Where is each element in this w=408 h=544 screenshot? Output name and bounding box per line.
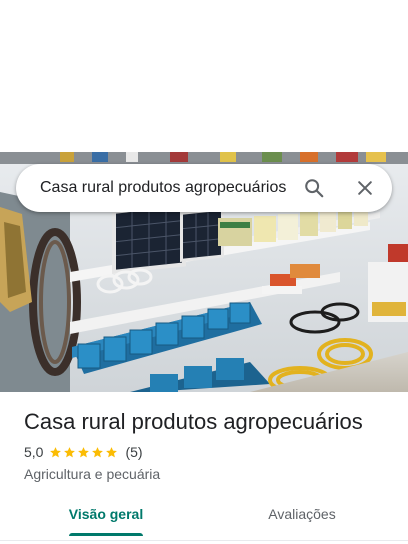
star-icon <box>92 446 104 457</box>
review-count[interactable]: (5) <box>125 444 142 460</box>
search-bar[interactable]: Casa rural produtos agropecuários <box>16 164 392 212</box>
map-blank-area <box>0 0 408 152</box>
tab-selected-indicator <box>69 533 143 536</box>
search-icon[interactable] <box>298 172 330 204</box>
star-icon <box>64 446 76 457</box>
place-tabs: Visão geral Avaliações <box>0 496 408 536</box>
place-title: Casa rural produtos agropecuários <box>24 409 363 434</box>
tabs-divider <box>0 540 408 541</box>
search-input[interactable]: Casa rural produtos agropecuários <box>40 164 296 212</box>
tab-overview[interactable]: Visão geral <box>64 496 148 536</box>
close-icon[interactable] <box>349 172 381 204</box>
rating-stars <box>49 446 119 459</box>
place-category: Agricultura e pecuária <box>24 466 161 482</box>
rating-value: 5,0 <box>24 444 44 460</box>
star-icon <box>106 446 118 457</box>
star-icon <box>78 446 90 457</box>
rating-row[interactable]: 5,0 (5) <box>24 442 143 462</box>
star-icon <box>50 446 62 457</box>
tab-reviews[interactable]: Avaliações <box>260 496 344 536</box>
